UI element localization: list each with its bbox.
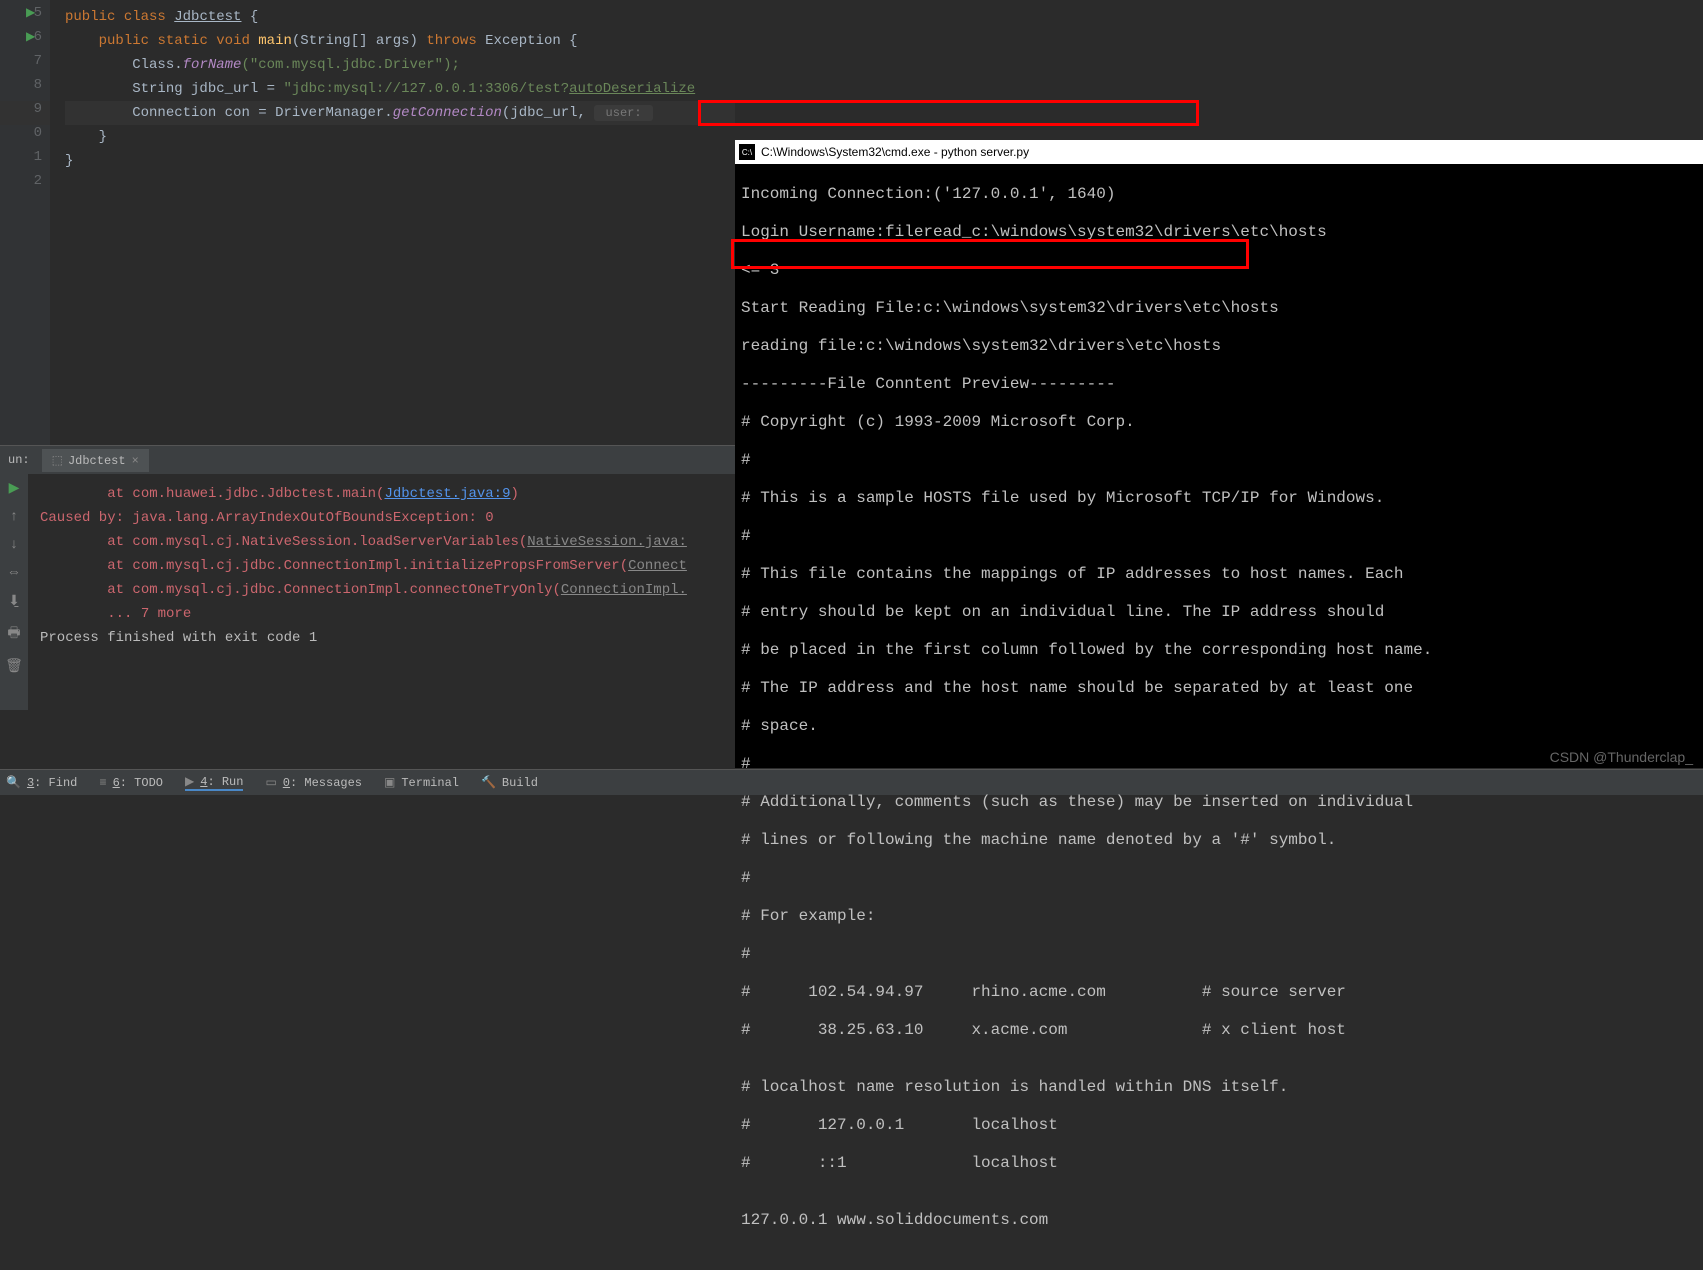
line-11: 1 [0, 149, 50, 173]
run-header: un: ⬚Jdbctest× [0, 446, 735, 474]
run-gutter-icon[interactable]: ▶ [26, 29, 35, 44]
messages-tab[interactable]: ▭0: Messages [265, 775, 362, 790]
wrap-icon[interactable]: ⇔ [10, 565, 18, 581]
cmd-console[interactable]: Incoming Connection:('127.0.0.1', 1640) … [735, 164, 1703, 1270]
line-5: ▶5 [0, 5, 50, 29]
find-tab[interactable]: 🔍3: Find [6, 775, 77, 790]
search-icon: 🔍 [6, 775, 21, 790]
run-label: un: [8, 453, 30, 467]
code-editor-right[interactable]: =true&queryInterceptors=com.mysql.cj.jdb… [735, 0, 1703, 140]
build-tab[interactable]: 🔨Build [481, 775, 538, 790]
message-icon: ▭ [265, 775, 276, 790]
todo-tab[interactable]: ≡6: TODO [99, 776, 163, 790]
run-console[interactable]: at com.huawei.jdbc.Jdbctest.main(Jdbctes… [28, 474, 735, 710]
export-icon[interactable]: ⬇̱ [8, 593, 20, 610]
close-icon[interactable]: × [132, 454, 139, 468]
list-icon: ≡ [99, 776, 106, 790]
run-tab-bottom[interactable]: ▶4: Run [185, 774, 243, 791]
line-7: 7 [0, 53, 50, 77]
trash-icon[interactable]: 🗑 [5, 658, 23, 675]
print-icon[interactable]: 🖶 [7, 622, 20, 646]
line-9: 9 [0, 101, 50, 125]
up-icon[interactable]: ↑ [10, 509, 18, 525]
line-8: 8 [0, 77, 50, 101]
line-12: 2 [0, 173, 50, 197]
run-panel: un: ⬚Jdbctest× ▶ ↑ ↓ ⇔ ⬇̱ 🖶 🗑 at com.hua… [0, 445, 735, 710]
terminal-tab[interactable]: ▣Terminal [384, 775, 459, 790]
cmd-titlebar[interactable]: C:\ C:\Windows\System32\cmd.exe - python… [735, 140, 1703, 164]
gutter: ▶5 ▶6 7 8 9 0 1 2 [0, 0, 50, 445]
cmd-icon: C:\ [739, 144, 755, 160]
code-area[interactable]: public class Jdbctest { public static vo… [50, 0, 735, 445]
hammer-icon: 🔨 [481, 775, 496, 790]
run-tab[interactable]: ⬚Jdbctest× [42, 449, 149, 472]
line-10: 0 [0, 125, 50, 149]
cmd-title: C:\Windows\System32\cmd.exe - python ser… [761, 145, 1029, 159]
play-icon: ▶ [185, 774, 194, 789]
run-toolbar: ▶ ↑ ↓ ⇔ ⬇̱ 🖶 🗑 [0, 474, 28, 710]
terminal-icon: ▣ [384, 775, 395, 790]
run-gutter-icon[interactable]: ▶ [26, 5, 35, 20]
cmd-window[interactable]: C:\ C:\Windows\System32\cmd.exe - python… [735, 140, 1703, 768]
down-icon[interactable]: ↓ [10, 537, 18, 553]
code-editor[interactable]: ▶5 ▶6 7 8 9 0 1 2 public class Jdbctest … [0, 0, 735, 445]
watermark: CSDN @Thunderclap_ [1550, 749, 1693, 765]
rerun-icon[interactable]: ▶ [9, 480, 20, 497]
line-6: ▶6 [0, 29, 50, 53]
